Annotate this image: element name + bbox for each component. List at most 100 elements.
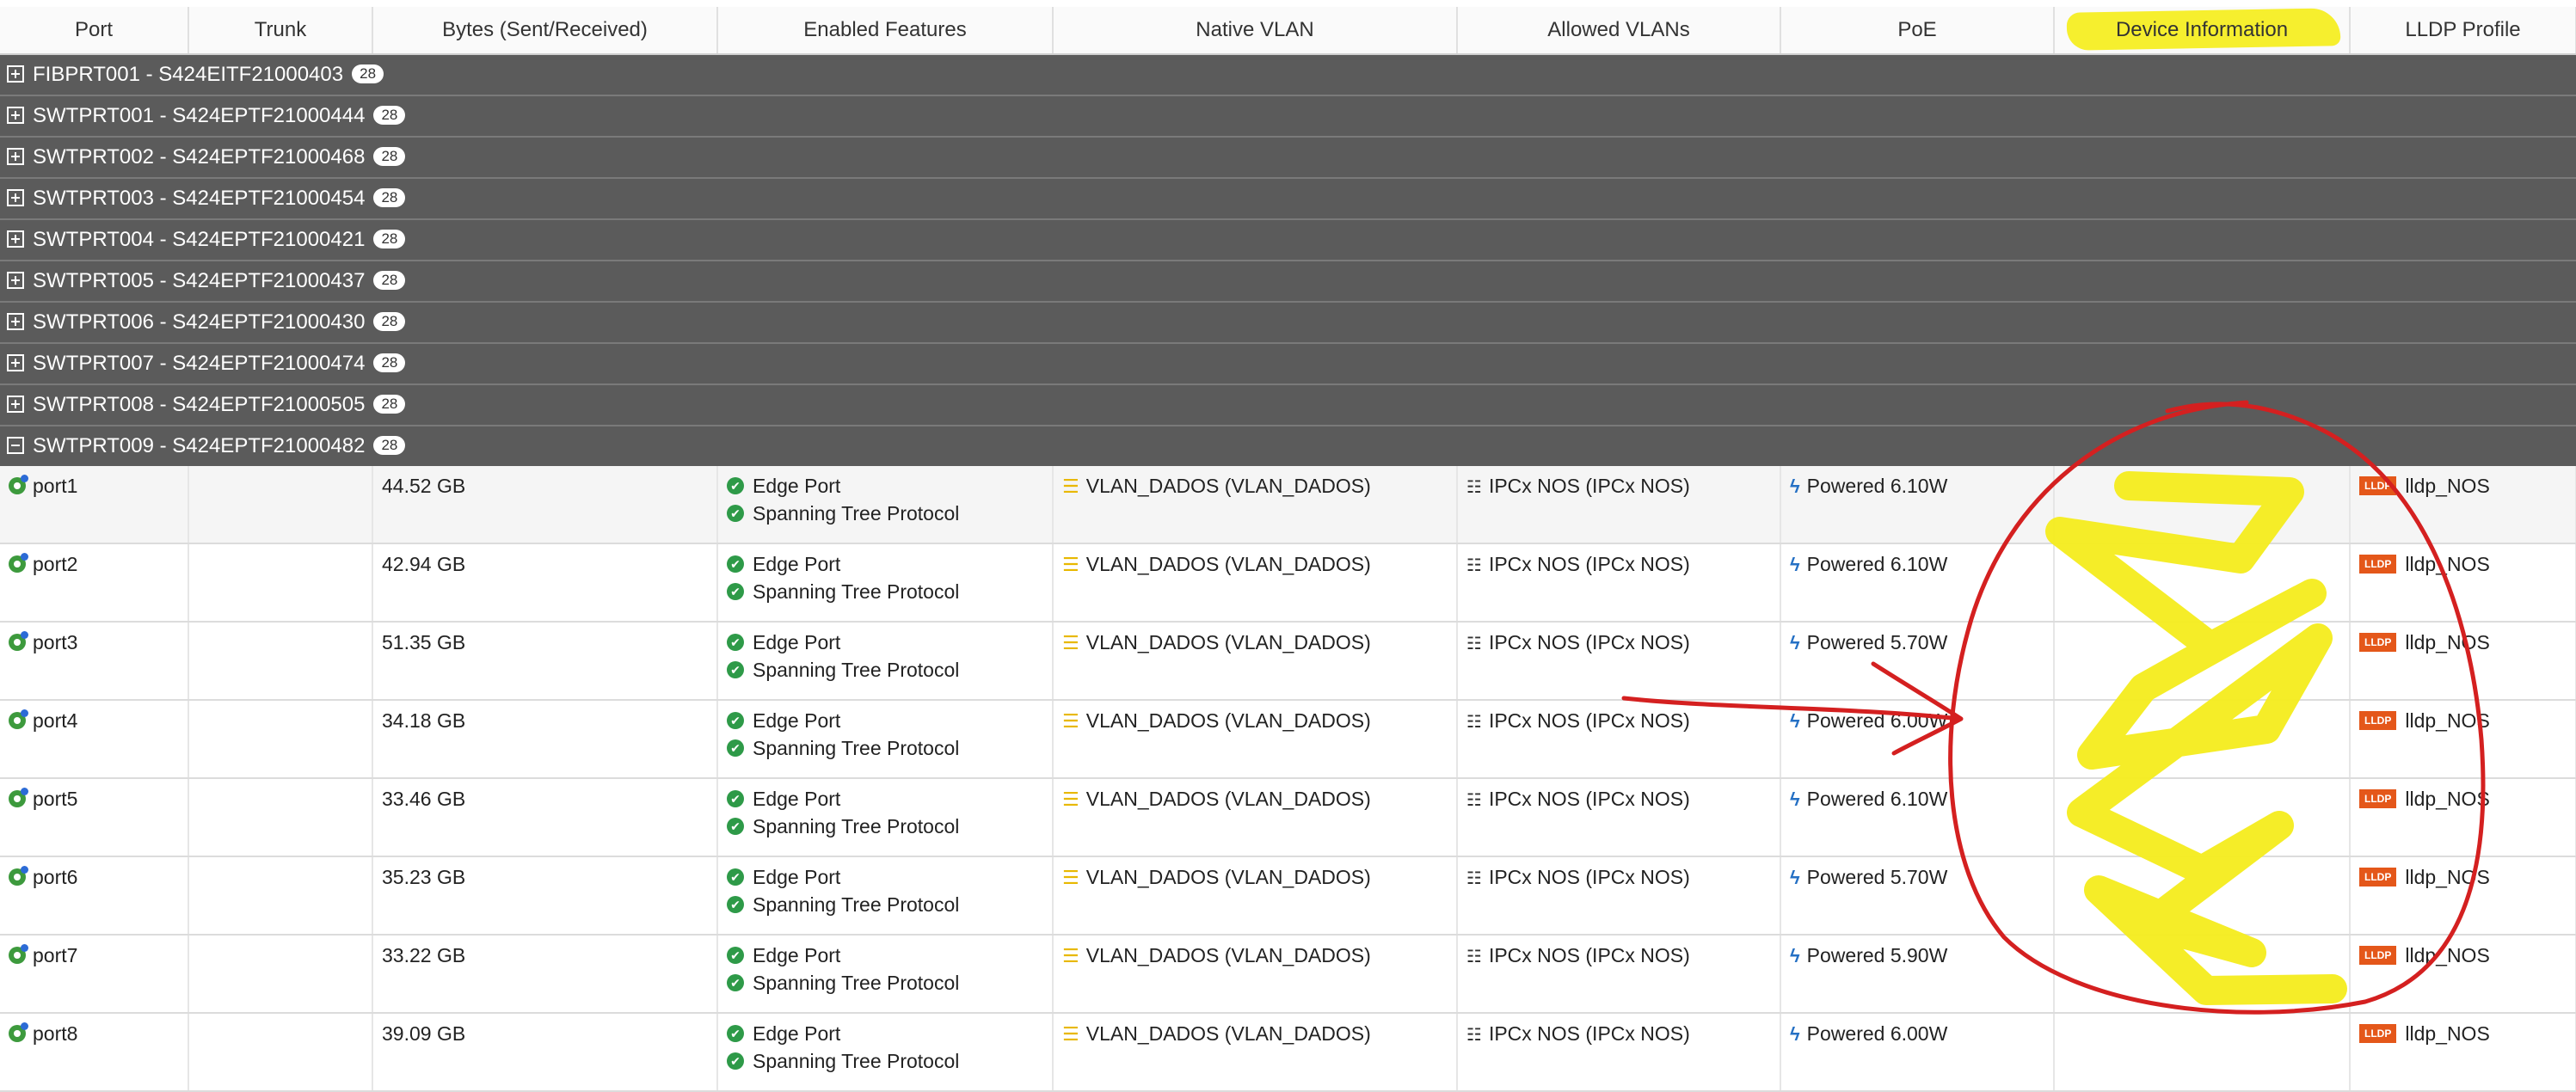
lldp-cell[interactable]: LLDP lldp_NOS (2350, 466, 2576, 544)
expand-icon[interactable] (7, 271, 24, 289)
expand-icon[interactable] (7, 188, 24, 206)
allowed-vlans-cell[interactable]: ☷ IPCx NOS (IPCx NOS) (1457, 622, 1781, 701)
allowed-vlans-cell[interactable]: ☷ IPCx NOS (IPCx NOS) (1457, 778, 1781, 857)
switch-group-label: SWTPRT005 - S424EPTF21000437 (33, 269, 366, 292)
expand-icon[interactable] (7, 64, 24, 83)
table-row[interactable]: port1 44.52 GB ✔ Edge Port ✔ Spanning Tree Pr… (0, 466, 2576, 544)
features-cell: ✔ Edge Port ✔ Spanning Tree Protocol (717, 700, 1054, 779)
feature-label: Edge Port (753, 788, 841, 810)
table-row[interactable]: port8 39.09 GB ✔ Edge Port ✔ Spanning Tree Pr… (0, 1013, 2576, 1092)
poe-value: Powered 5.70W (1806, 866, 1948, 888)
table-row[interactable]: port3 51.35 GB ✔ Edge Port ✔ Spanning Tree Pr… (0, 622, 2576, 701)
switch-group-cell: SWTPRT005 - S424EPTF21000437 28 (0, 260, 2576, 302)
native-vlan-cell[interactable]: ☰ VLAN_DADOS (VLAN_DADOS) (1053, 778, 1458, 857)
port-cell[interactable]: port6 (0, 856, 189, 936)
switch-group-row[interactable]: SWTPRT003 - S424EPTF21000454 28 (0, 177, 2576, 219)
lldp-profile-value: lldp_NOS (2405, 631, 2490, 653)
allowed-vlans-cell[interactable]: ☷ IPCx NOS (IPCx NOS) (1457, 856, 1781, 936)
expand-icon[interactable] (7, 353, 24, 371)
switch-group-label: FIBPRT001 - S424EITF21000403 (33, 63, 344, 86)
native-vlan-cell[interactable]: ☰ VLAN_DADOS (VLAN_DADOS) (1053, 700, 1458, 779)
port-name: port8 (33, 1022, 78, 1045)
switch-group-row[interactable]: SWTPRT001 - S424EPTF21000444 28 (0, 95, 2576, 137)
table-row[interactable]: port4 34.18 GB ✔ Edge Port ✔ Spanning Tree Pr… (0, 700, 2576, 779)
column-header-bytes[interactable]: Bytes (Sent/Received) (372, 7, 718, 55)
expand-icon[interactable] (7, 312, 24, 330)
port-cell[interactable]: port2 (0, 543, 189, 623)
allowed-vlans-value: IPCx NOS (IPCx NOS) (1488, 788, 1690, 810)
native-vlan-cell[interactable]: ☰ VLAN_DADOS (VLAN_DADOS) (1053, 1013, 1458, 1092)
port-cell[interactable]: port3 (0, 622, 189, 701)
expand-icon[interactable] (7, 395, 24, 413)
native-vlan-value: VLAN_DADOS (VLAN_DADOS) (1085, 553, 1371, 575)
switch-group-row[interactable]: SWTPRT004 - S424EPTF21000421 28 (0, 218, 2576, 261)
network-icon: ☷ (1466, 791, 1482, 810)
feature-label: Spanning Tree Protocol (753, 893, 960, 916)
lldp-cell[interactable]: LLDP lldp_NOS (2350, 856, 2576, 936)
lightning-bolt-icon: ϟ (1790, 632, 1800, 653)
expand-icon[interactable] (7, 147, 24, 165)
lldp-cell[interactable]: LLDP lldp_NOS (2350, 935, 2576, 1014)
check-circle-icon: ✔ (727, 476, 744, 494)
port-status-icon (9, 552, 28, 573)
lldp-badge: LLDP (2359, 632, 2397, 652)
column-header-label: PoE (1897, 18, 1937, 41)
native-vlan-value: VLAN_DADOS (VLAN_DADOS) (1085, 944, 1371, 966)
column-header-port[interactable]: Port (0, 7, 189, 55)
switch-group-row[interactable]: FIBPRT001 - S424EITF21000403 28 (0, 53, 2576, 95)
lldp-cell[interactable]: LLDP lldp_NOS (2350, 1013, 2576, 1092)
port-status-icon (9, 630, 28, 651)
allowed-vlans-cell[interactable]: ☷ IPCx NOS (IPCx NOS) (1457, 466, 1781, 544)
port-cell[interactable]: port8 (0, 1013, 189, 1092)
vlan-icon: ☰ (1062, 867, 1079, 888)
allowed-vlans-cell[interactable]: ☷ IPCx NOS (IPCx NOS) (1457, 935, 1781, 1014)
port-cell[interactable]: port1 (0, 466, 189, 544)
column-header-features[interactable]: Enabled Features (717, 7, 1054, 55)
features-cell: ✔ Edge Port ✔ Spanning Tree Protocol (717, 622, 1054, 701)
port-count-badge: 28 (352, 64, 384, 83)
allowed-vlans-cell[interactable]: ☷ IPCx NOS (IPCx NOS) (1457, 543, 1781, 623)
column-header-poe[interactable]: PoE (1780, 7, 2055, 55)
column-header-lldp-profile[interactable]: LLDP Profile (2350, 7, 2576, 55)
column-header-device-info[interactable]: Device Information (2054, 7, 2351, 55)
switch-group-row[interactable]: SWTPRT007 - S424EPTF21000474 28 (0, 342, 2576, 384)
lldp-cell[interactable]: LLDP lldp_NOS (2350, 543, 2576, 623)
lldp-cell[interactable]: LLDP lldp_NOS (2350, 622, 2576, 701)
port-cell[interactable]: port7 (0, 935, 189, 1014)
table-row[interactable]: port5 33.46 GB ✔ Edge Port ✔ Spanning Tree Pr… (0, 778, 2576, 857)
column-header-native-vlan[interactable]: Native VLAN (1053, 7, 1458, 55)
switch-group-row[interactable]: SWTPRT009 - S424EPTF21000482 28 (0, 425, 2576, 466)
switch-group-row[interactable]: SWTPRT008 - S424EPTF21000505 28 (0, 383, 2576, 426)
switch-group-cell: SWTPRT008 - S424EPTF21000505 28 (0, 383, 2576, 426)
native-vlan-cell[interactable]: ☰ VLAN_DADOS (VLAN_DADOS) (1053, 543, 1458, 623)
native-vlan-cell[interactable]: ☰ VLAN_DADOS (VLAN_DADOS) (1053, 466, 1458, 544)
table-row[interactable]: port2 42.94 GB ✔ Edge Port ✔ Spanning Tree Pr… (0, 543, 2576, 623)
expand-icon[interactable] (7, 106, 24, 124)
table-body: FIBPRT001 - S424EITF21000403 28 SWTPRT001 … (0, 53, 2576, 1092)
table-row[interactable]: port7 33.22 GB ✔ Edge Port ✔ Spanning Tree Pr… (0, 935, 2576, 1014)
native-vlan-cell[interactable]: ☰ VLAN_DADOS (VLAN_DADOS) (1053, 935, 1458, 1014)
bytes-value: 51.35 GB (382, 631, 466, 653)
collapse-icon[interactable] (7, 436, 24, 454)
feature-label: Spanning Tree Protocol (753, 737, 960, 759)
expand-icon[interactable] (7, 230, 24, 248)
lldp-cell[interactable]: LLDP lldp_NOS (2350, 700, 2576, 779)
native-vlan-cell[interactable]: ☰ VLAN_DADOS (VLAN_DADOS) (1053, 622, 1458, 701)
column-header-trunk[interactable]: Trunk (188, 7, 373, 55)
port-cell[interactable]: port4 (0, 700, 189, 779)
column-header-allowed-vlans[interactable]: Allowed VLANs (1457, 7, 1781, 55)
native-vlan-cell[interactable]: ☰ VLAN_DADOS (VLAN_DADOS) (1053, 856, 1458, 936)
switch-group-row[interactable]: SWTPRT002 - S424EPTF21000468 28 (0, 136, 2576, 178)
switch-group-row[interactable]: SWTPRT006 - S424EPTF21000430 28 (0, 301, 2576, 343)
allowed-vlans-value: IPCx NOS (IPCx NOS) (1488, 475, 1690, 497)
feature-line: ✔ Edge Port (727, 1022, 1045, 1050)
port-cell[interactable]: port5 (0, 778, 189, 857)
switch-group-row[interactable]: SWTPRT005 - S424EPTF21000437 28 (0, 260, 2576, 302)
lldp-cell[interactable]: LLDP lldp_NOS (2350, 778, 2576, 857)
port-status-icon (9, 943, 28, 964)
allowed-vlans-cell[interactable]: ☷ IPCx NOS (IPCx NOS) (1457, 700, 1781, 779)
poe-cell: ϟ Powered 5.90W (1780, 935, 2055, 1014)
allowed-vlans-cell[interactable]: ☷ IPCx NOS (IPCx NOS) (1457, 1013, 1781, 1092)
port-table: Port Trunk Bytes (Sent/Received) Enabled Fe… (0, 7, 2576, 1092)
table-row[interactable]: port6 35.23 GB ✔ Edge Port ✔ Spanning Tree Pr… (0, 856, 2576, 936)
